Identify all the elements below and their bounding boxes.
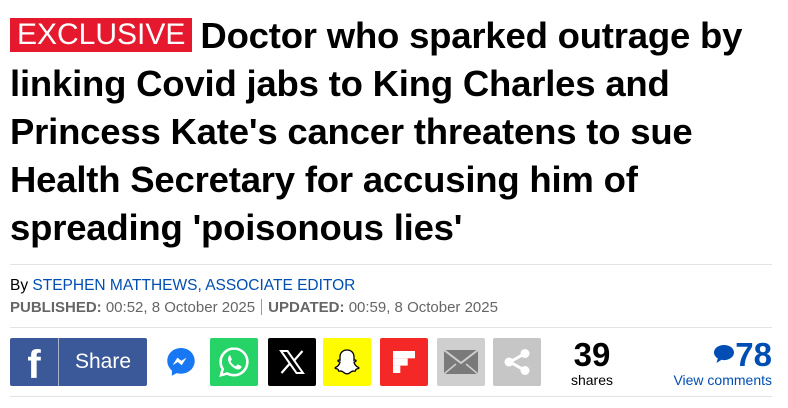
flipboard-share-button[interactable]: [380, 338, 428, 386]
facebook-share-button[interactable]: f Share: [10, 338, 147, 387]
facebook-share-label: Share: [74, 350, 132, 373]
author-link[interactable]: STEPHEN MATTHEWS, ASSOCIATE EDITOR: [32, 277, 355, 294]
whatsapp-share-button[interactable]: [210, 338, 258, 386]
comments-link[interactable]: 78 View comments: [662, 338, 772, 389]
x-share-button[interactable]: [268, 338, 316, 386]
whatsapp-icon: [219, 347, 249, 378]
headline: EXCLUSIVE Doctor who sparked outrage by l…: [10, 12, 780, 252]
article-dates: PUBLISHED: 00:52, 8 October 2025 UPDATED:…: [10, 299, 498, 316]
share-count-number: 39: [573, 336, 611, 373]
messenger-share-button[interactable]: [157, 338, 205, 386]
published-date: 00:52, 8 October 2025: [105, 299, 256, 316]
more-share-button[interactable]: [493, 338, 541, 386]
updated-date: 00:59, 8 October 2025: [348, 299, 498, 316]
divider: [10, 396, 772, 397]
date-separator: [261, 299, 263, 315]
comment-count-number: 78: [735, 336, 772, 373]
divider: [10, 264, 772, 265]
share-icon: [504, 349, 530, 375]
messenger-icon: [167, 348, 195, 376]
share-count-label: shares: [570, 372, 614, 388]
exclusive-badge: EXCLUSIVE: [10, 18, 193, 52]
snapchat-icon: [334, 349, 360, 375]
speech-bubble-icon: [714, 345, 735, 363]
flipboard-icon: [393, 351, 415, 373]
email-share-button[interactable]: [437, 338, 485, 386]
share-count: 39 shares: [566, 336, 618, 389]
snapchat-share-button[interactable]: [323, 338, 371, 386]
x-icon: [279, 350, 305, 374]
facebook-icon: f: [27, 343, 41, 387]
email-icon: [443, 349, 479, 375]
divider: [10, 327, 772, 328]
updated-label: UPDATED:: [268, 299, 345, 316]
view-comments-label[interactable]: View comments: [662, 372, 772, 388]
published-label: PUBLISHED:: [10, 299, 102, 316]
byline: By STEPHEN MATTHEWS, ASSOCIATE EDITOR: [10, 277, 355, 295]
article-header: EXCLUSIVE Doctor who sparked outrage by l…: [0, 0, 788, 408]
comment-count: 78: [662, 338, 772, 372]
byline-prefix: By: [10, 277, 29, 294]
